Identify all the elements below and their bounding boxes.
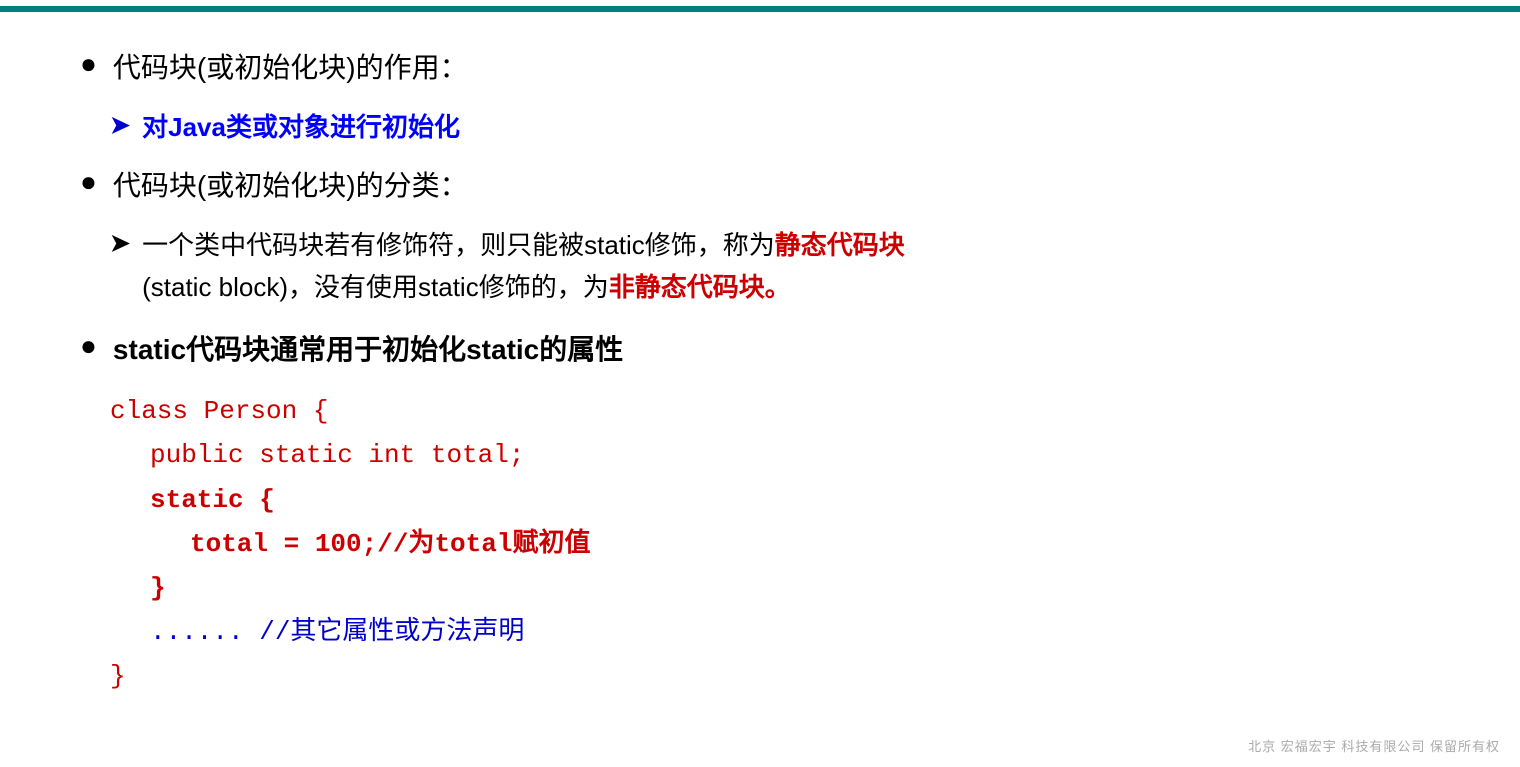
- code-line-7: }: [110, 654, 1460, 698]
- code-line-6: ...... //其它属性或方法声明: [150, 610, 1460, 654]
- code-line-4-assign: 赋初值: [512, 529, 590, 559]
- static-label: static: [113, 334, 186, 365]
- code-line-4-total: total: [434, 529, 512, 559]
- code-line-2: public static int total;: [150, 433, 1460, 477]
- main-content: ● 代码块(或初始化块)的作用： ➤ 对Java类或对象进行初始化 ● 代码块(…: [0, 6, 1520, 738]
- sub-text-1: 对Java类或对象进行初始化: [142, 107, 460, 149]
- sub-text-2-red2: 非静态代码块。: [609, 272, 791, 302]
- code-dots: ......: [150, 617, 244, 647]
- sub-item-2: ➤ 一个类中代码块若有修饰符，则只能被static修饰，称为静态代码块 (sta…: [110, 225, 1460, 308]
- bullet-item-1: ● 代码块(或初始化块)的作用：: [80, 46, 1460, 91]
- code-block: class Person { public static int total; …: [110, 389, 1460, 698]
- bullet-dot-1: ●: [80, 42, 97, 87]
- sub-text-2-red1: 静态代码块: [775, 230, 905, 260]
- bullet-text-3: static代码块通常用于初始化static的属性: [113, 328, 623, 373]
- code-line-4-bold: total = 100;//为: [190, 529, 434, 559]
- arrow-icon-2: ➤: [110, 225, 130, 263]
- code-comment: //其它属性或方法声明: [244, 617, 525, 647]
- code-line-1: class Person {: [110, 389, 1460, 433]
- bullet-dot-3: ●: [80, 324, 97, 369]
- bullet-text-2: 代码块(或初始化块)的分类：: [113, 164, 468, 209]
- bullet-dot-2: ●: [80, 160, 97, 205]
- arrow-icon-1: ➤: [110, 107, 130, 145]
- bullet-item-2: ● 代码块(或初始化块)的分类：: [80, 164, 1460, 209]
- static-desc2: 的属性: [539, 334, 623, 365]
- watermark: 北京 宏福宏宇 科技有限公司 保留所有权: [1248, 736, 1500, 755]
- static-desc: 代码块通常用于初始化: [186, 334, 466, 365]
- sub-text-2-part1: 一个类中代码块若有修饰符，则只能被static修饰，称为: [142, 230, 775, 260]
- static-label2: static: [466, 334, 539, 365]
- bullet-text-1: 代码块(或初始化块)的作用：: [113, 46, 468, 91]
- code-line-4: total = 100;//为total赋初值: [190, 522, 1460, 566]
- bullet-item-3: ● static代码块通常用于初始化static的属性: [80, 328, 1460, 373]
- code-line-5: }: [150, 566, 1460, 610]
- code-line-3: static {: [150, 478, 1460, 522]
- sub-item-1: ➤ 对Java类或对象进行初始化: [110, 107, 1460, 149]
- sub-text-2-part2: (static block)，没有使用static修饰的，为: [142, 272, 609, 302]
- top-border: [0, 6, 1520, 12]
- sub-text-2: 一个类中代码块若有修饰符，则只能被static修饰，称为静态代码块 (stati…: [142, 225, 905, 308]
